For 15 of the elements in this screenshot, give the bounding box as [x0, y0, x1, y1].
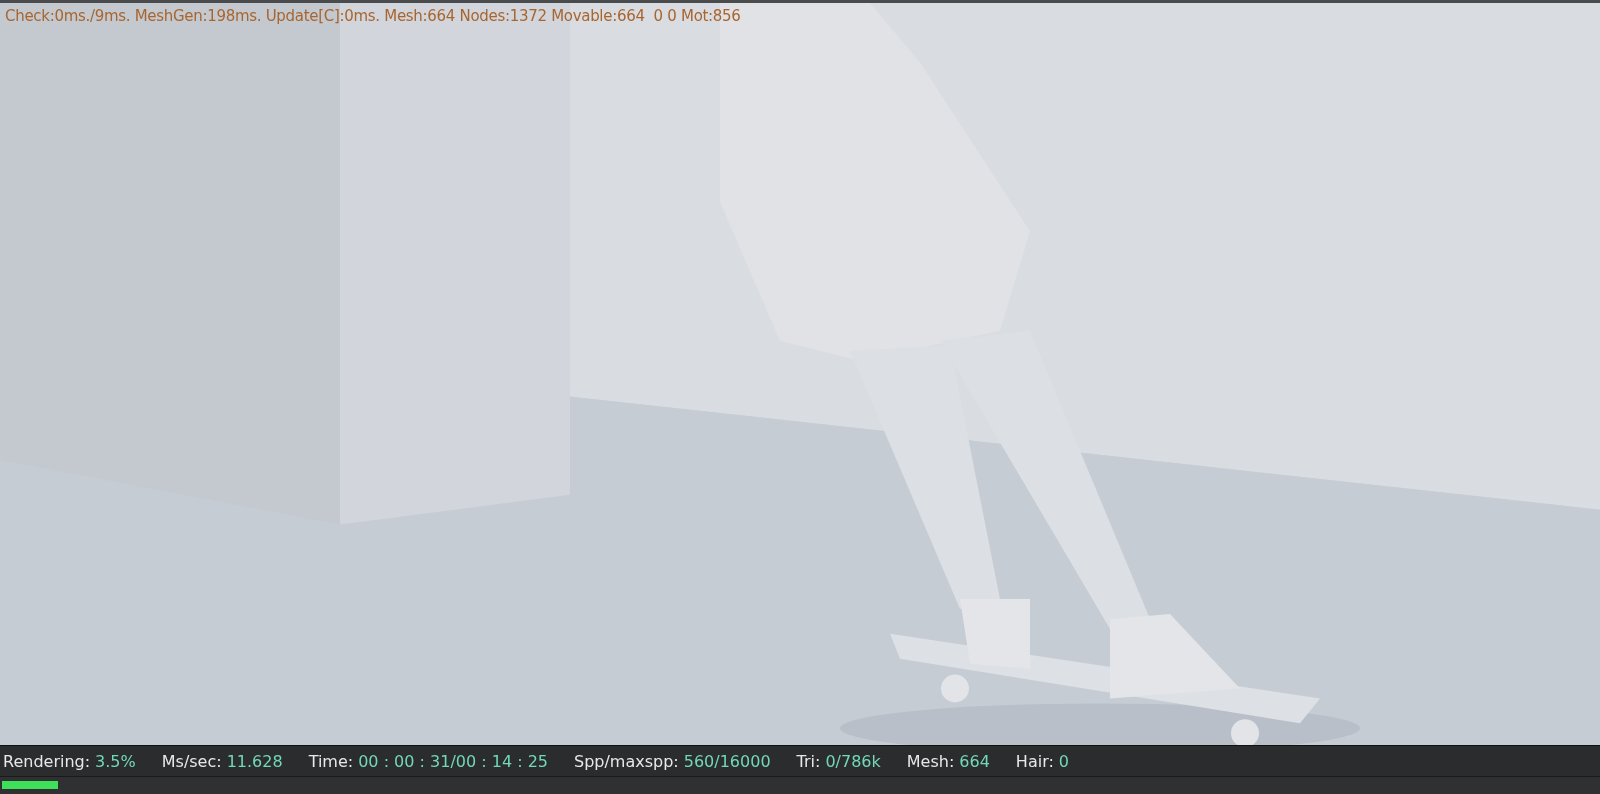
stat-value: 560/16000	[683, 751, 771, 771]
stat-label: Mesh:	[906, 751, 955, 771]
stat-label: Spp/maxspp:	[574, 751, 679, 771]
stat-value: 3.5%	[95, 751, 136, 771]
stat-value: 0/786k	[825, 751, 881, 771]
stat-label: Ms/sec:	[161, 751, 222, 771]
stat-label: Tri:	[796, 751, 821, 771]
render-statistics-text: Check:0ms./9ms. MeshGen:198ms. Update[C]:0ms. Mesh:664 Nodes:1372 Movable:664 0 0 Mot:856	[5, 7, 741, 25]
stat-value: 0	[1058, 751, 1069, 771]
stat-value: 00 : 00 : 31/00 : 14 : 25	[358, 751, 548, 771]
stat-value: 664	[959, 751, 990, 771]
stat-label: Time:	[308, 751, 354, 771]
stat-label: Hair:	[1015, 751, 1054, 771]
stat-label: Rendering:	[3, 751, 91, 771]
stat-value: 11.628	[226, 751, 283, 771]
